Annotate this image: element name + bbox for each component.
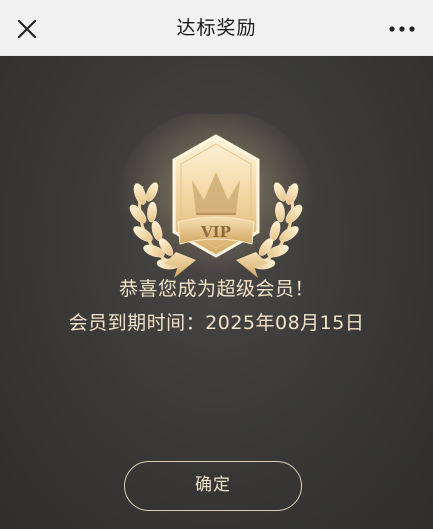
- expiry-text: 会员到期时间：2025年08月15日: [68, 312, 365, 334]
- more-dots-icon[interactable]: [385, 14, 419, 44]
- confirm-button[interactable]: 确定: [124, 461, 302, 511]
- vip-badge-text: VIP: [200, 223, 231, 241]
- page-title: 达标奖励: [176, 17, 257, 39]
- congrats-text: 恭喜您成为超级会员！: [118, 278, 314, 300]
- reward-panel: VIP 恭喜您成为超级会员！ 会员到期时间：2025年08月15日 确定: [0, 56, 433, 529]
- top-bar: 达标奖励: [0, 0, 433, 56]
- vip-badge-icon: VIP: [118, 114, 314, 282]
- more-button[interactable]: [385, 14, 419, 44]
